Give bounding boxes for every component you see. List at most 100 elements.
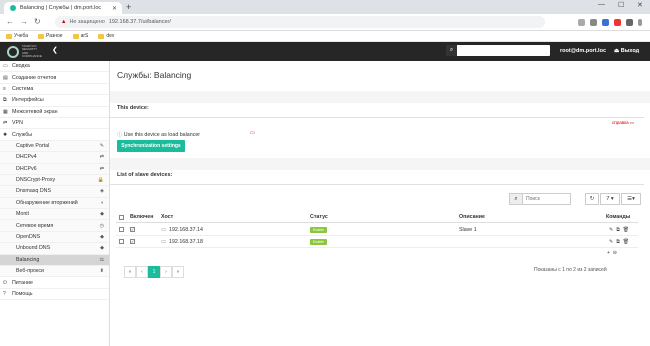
current-user[interactable]: root@dm.port.loc bbox=[560, 48, 606, 54]
sidebar-subitem-ntp[interactable]: Сетевое время ◷ bbox=[0, 220, 109, 232]
status-badge: Enable bbox=[310, 224, 327, 235]
close-tab-icon[interactable]: ✕ bbox=[112, 5, 117, 12]
page-next-button[interactable]: › bbox=[160, 266, 172, 278]
row-select-checkbox[interactable] bbox=[119, 224, 124, 235]
sidebar-item-system[interactable]: ≡ Система bbox=[0, 84, 109, 96]
pagination: « ‹ 1 › » bbox=[124, 266, 184, 278]
help-link[interactable]: справка ▭ bbox=[612, 120, 634, 126]
page-last-button[interactable]: » bbox=[172, 266, 184, 278]
use-as-balancer-text: Use this device as load balancer bbox=[123, 132, 201, 138]
sidebar-item-label: DNSCrypt-Proxy bbox=[16, 177, 56, 184]
captive-portal-icon: ✎ bbox=[99, 142, 104, 149]
table-header: Включен Хост Статус Описание Команды bbox=[116, 212, 638, 223]
refresh-button[interactable]: ↻ bbox=[585, 193, 599, 205]
dns-icon: ◈ bbox=[100, 188, 104, 195]
edit-icon[interactable]: ✎ bbox=[609, 227, 613, 233]
address-bar-row: ← → ↻ ▲ Не защищено 192.168.37.7/ui/bala… bbox=[0, 14, 650, 31]
delete-icon[interactable]: 🗑 bbox=[623, 227, 629, 233]
table-search-input[interactable] bbox=[523, 194, 570, 204]
section-separator bbox=[110, 158, 650, 170]
columns-menu-button[interactable]: ☰▾ bbox=[621, 193, 641, 205]
sidebar-subitem-dhcpv6[interactable]: DHCPv6 ⇄ bbox=[0, 163, 109, 175]
back-icon[interactable]: ← bbox=[6, 17, 14, 26]
sidebar-subitem-balancing[interactable]: Balancing ⚖ bbox=[0, 254, 109, 267]
host-icon: ▭ bbox=[161, 238, 167, 245]
sidebar-subitem-dhcpv4[interactable]: DHCPv4 ⇄ bbox=[0, 152, 109, 164]
page-1-button[interactable]: 1 bbox=[148, 266, 160, 278]
sidebar-subitem-opendns[interactable]: OpenDNS ◆ bbox=[0, 231, 109, 244]
close-window-icon[interactable]: ✕ bbox=[637, 1, 643, 9]
sidebar-item-vpn[interactable]: ⇄ VPN bbox=[0, 118, 109, 130]
add-icon[interactable]: + bbox=[607, 250, 610, 256]
sidebar-subitem-unbound[interactable]: Unbound DNS ◆ bbox=[0, 243, 109, 255]
edit-icon[interactable]: ✎ bbox=[609, 239, 613, 245]
column-header-commands: Команды bbox=[606, 214, 631, 220]
extension-icon[interactable] bbox=[614, 19, 621, 26]
sidebar-subitem-captive-portal[interactable]: Captive Portal ✎ bbox=[0, 140, 109, 153]
profile-icon[interactable] bbox=[626, 19, 633, 26]
security-label: Не защищено bbox=[69, 19, 105, 25]
sidebar-subitem-monit[interactable]: Monit ◆ bbox=[0, 209, 109, 221]
page-first-button[interactable]: « bbox=[124, 266, 136, 278]
select-all-checkbox[interactable] bbox=[119, 212, 124, 222]
enabled-checkbox[interactable]: ✓ bbox=[130, 236, 135, 247]
row-select-checkbox[interactable] bbox=[119, 236, 124, 247]
page-size-select[interactable]: 7 ▾ bbox=[600, 193, 620, 205]
sidebar-subitem-web-proxy[interactable]: Веб-прокси ⬍ bbox=[0, 266, 109, 278]
sidebar-subitem-dnsmasq[interactable]: Dnsmasq DNS ◈ bbox=[0, 186, 109, 198]
sidebar-item-services[interactable]: ✹ Службы bbox=[0, 129, 109, 141]
extension-icon[interactable] bbox=[602, 19, 609, 26]
minimize-icon[interactable]: — bbox=[598, 1, 605, 8]
sidebar-subitem-dnscrypt[interactable]: DNSCrypt-Proxy 🔒 bbox=[0, 174, 109, 187]
sidebar-item-interfaces[interactable]: ⧉ Интерфейсы bbox=[0, 95, 109, 107]
bookmark-folder[interactable]: Разное bbox=[38, 33, 63, 39]
enabled-checkbox[interactable]: ✓ bbox=[130, 224, 135, 235]
header-search[interactable]: ⌕ bbox=[446, 45, 550, 56]
forward-icon[interactable]: → bbox=[20, 17, 28, 26]
search-icon[interactable]: ⌕ bbox=[510, 194, 523, 204]
synchronization-settings-button[interactable]: Synchronization settings bbox=[117, 140, 185, 152]
copy-icon[interactable]: ⧉ bbox=[616, 239, 620, 245]
bookmark-label: Учеба bbox=[14, 33, 29, 39]
bookmark-folder[interactable]: dev bbox=[98, 33, 114, 39]
maximize-icon[interactable]: ☐ bbox=[618, 1, 624, 9]
collapse-sidebar-icon[interactable]: ❮ bbox=[52, 46, 58, 54]
new-tab-icon[interactable]: + bbox=[126, 2, 131, 12]
url-text: 192.168.37.7/ui/balancer/ bbox=[108, 19, 171, 25]
host-value: 192.168.37.14 bbox=[169, 226, 203, 233]
bookmark-folder[interactable]: arS bbox=[72, 33, 88, 39]
proxy-icon: ⬍ bbox=[99, 268, 104, 275]
url-bar[interactable]: ▲ Не защищено 192.168.37.7/ui/balancer/ bbox=[55, 16, 545, 28]
copy-icon[interactable]: ⧉ bbox=[616, 227, 620, 233]
share-icon[interactable] bbox=[578, 19, 585, 26]
sidebar-item-power[interactable]: ⏻ Питание bbox=[0, 277, 109, 289]
star-icon[interactable] bbox=[590, 19, 597, 26]
column-header-description[interactable]: Описание bbox=[459, 212, 485, 222]
sidebar-item-label: Monit bbox=[16, 211, 29, 218]
folder-icon bbox=[72, 33, 79, 39]
logo-icon bbox=[7, 45, 19, 58]
sidebar-item-summary[interactable]: ▭ Сводка bbox=[0, 61, 109, 73]
bookmark-folder[interactable]: Учеба bbox=[6, 33, 28, 39]
page-prev-button[interactable]: ‹ bbox=[136, 266, 148, 278]
delete-selected-icon[interactable]: ⊖ bbox=[613, 250, 617, 256]
sidebar-item-reports[interactable]: ▤ Создание отчетов bbox=[0, 72, 109, 84]
browser-tab[interactable]: Balancing | Службы | dm.port.loc ✕ bbox=[4, 2, 122, 14]
reports-icon: ▤ bbox=[3, 74, 8, 81]
vpn-icon: ⇄ bbox=[3, 120, 8, 127]
delete-icon[interactable]: 🗑 bbox=[623, 239, 629, 245]
logo[interactable]: TANDYCO SECURITY AND COMPLIANCE bbox=[7, 44, 42, 58]
logout-button[interactable]: ⏏ Выход bbox=[614, 48, 639, 54]
sidebar-subitem-ids[interactable]: Обнаружение вторжений ◐ bbox=[0, 197, 109, 210]
logout-label: Выход bbox=[620, 48, 640, 54]
sidebar-item-firewall[interactable]: ▦ Межсетевой экран bbox=[0, 107, 109, 118]
use-as-balancer-toggle[interactable]: ▭ bbox=[250, 130, 255, 136]
sidebar-item-help[interactable]: ? Помощь bbox=[0, 289, 109, 301]
column-header-host[interactable]: Хост bbox=[161, 212, 173, 222]
column-header-status[interactable]: Статус bbox=[310, 212, 328, 222]
dhcp-icon: ⇄ bbox=[99, 165, 104, 172]
menu-icon[interactable] bbox=[638, 19, 642, 26]
column-header-enabled[interactable]: Включен bbox=[130, 212, 153, 222]
host-icon: ▭ bbox=[161, 226, 167, 233]
reload-icon[interactable]: ↻ bbox=[34, 17, 41, 26]
